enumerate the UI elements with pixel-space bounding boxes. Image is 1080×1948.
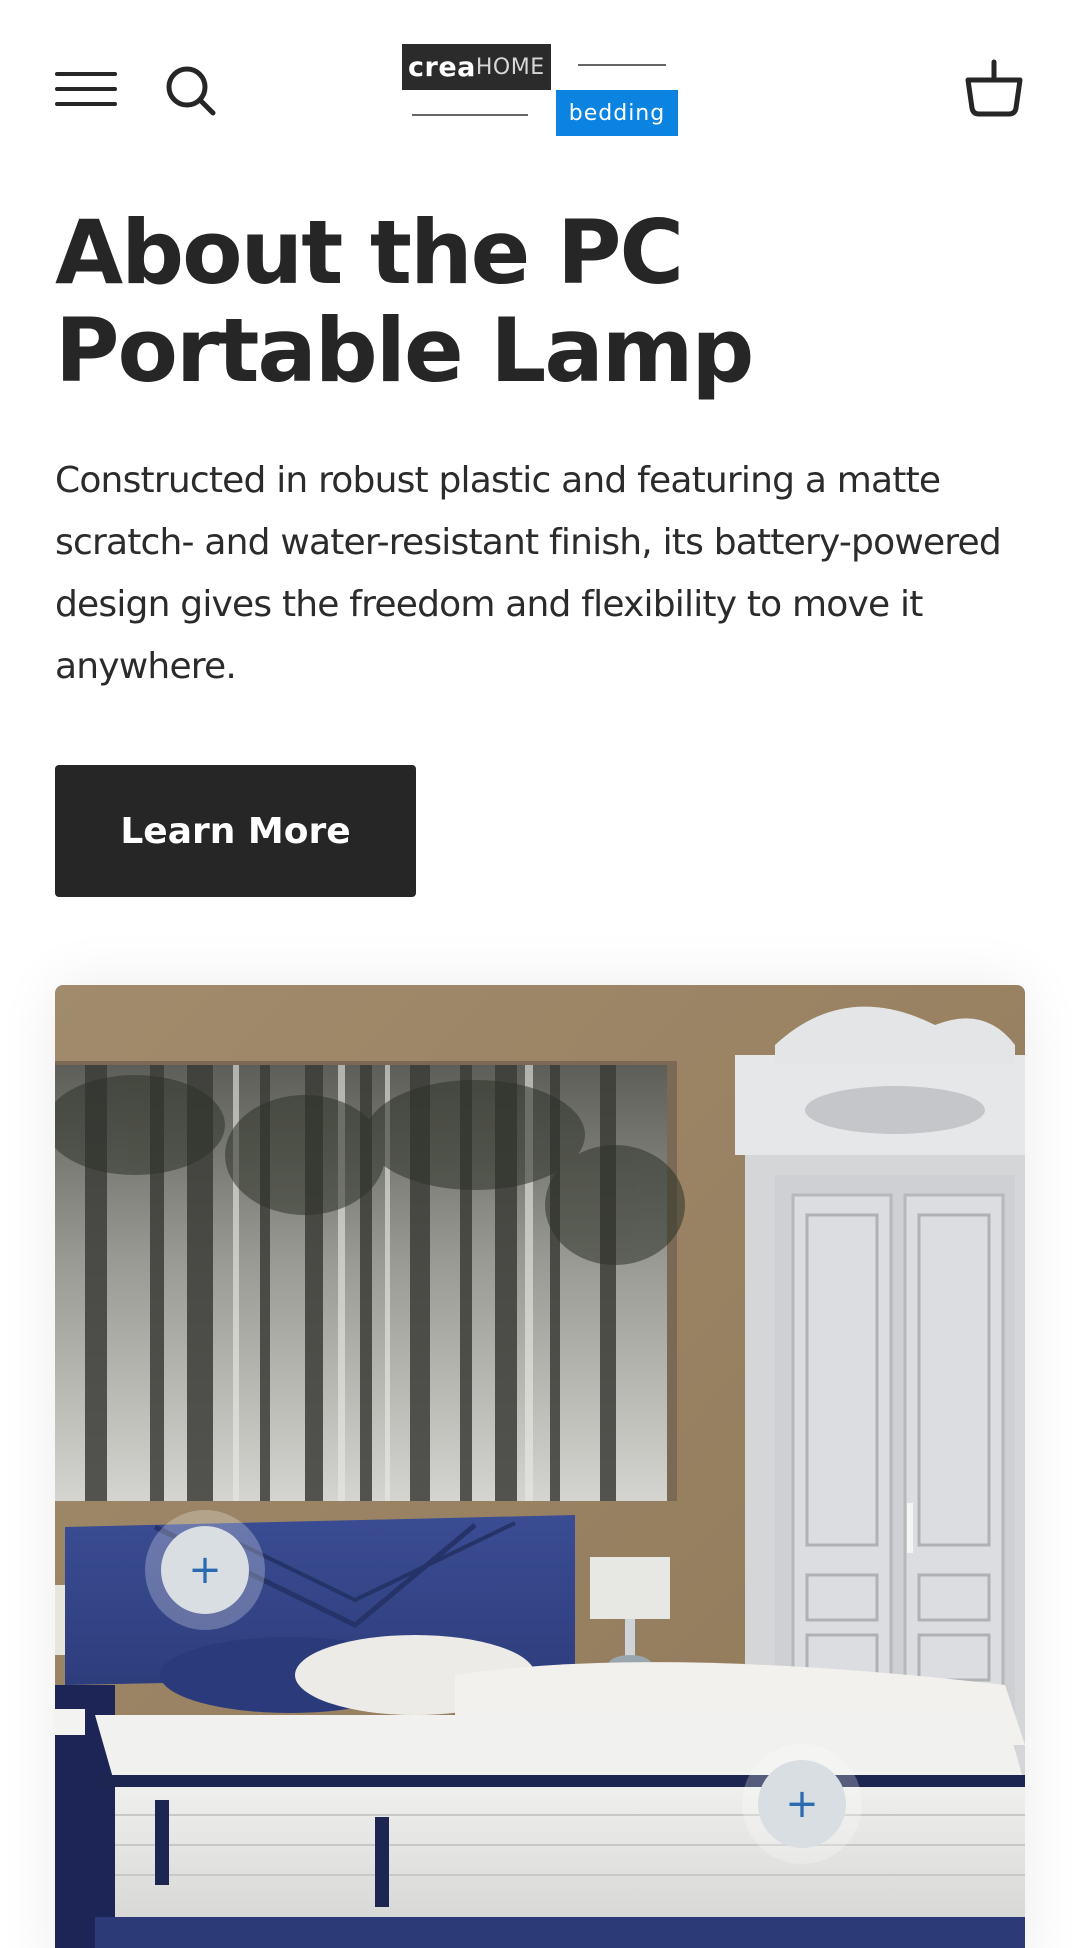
bedroom-image-card: + +: [55, 985, 1025, 1948]
learn-more-button[interactable]: Learn More: [55, 765, 416, 897]
shopping-basket-icon[interactable]: [963, 58, 1025, 120]
product-description: Constructed in robust plastic and featur…: [55, 460, 1002, 687]
product-hotspot-mattress[interactable]: +: [742, 1744, 862, 1864]
page-title: About the PC Portable Lamp: [55, 204, 1015, 400]
logo-bedding-text: bedding: [568, 100, 666, 126]
bedroom-photo: [55, 985, 1025, 1948]
product-hotspot-headboard[interactable]: +: [145, 1510, 265, 1630]
logo-divider-line: [578, 64, 666, 66]
title-line-2: Portable Lamp: [55, 299, 754, 402]
page: crea HOME bedding About the PC Portable L…: [0, 0, 1080, 1948]
logo-top-block: crea HOME: [402, 44, 551, 90]
logo-crea-text: crea: [408, 51, 476, 83]
logo-bottom-block: bedding: [556, 90, 678, 136]
title-line-1: About the PC: [55, 201, 684, 304]
search-icon[interactable]: [164, 64, 218, 118]
plus-icon: +: [758, 1760, 846, 1848]
site-header: crea HOME bedding: [0, 0, 1080, 180]
plus-icon: +: [161, 1526, 249, 1614]
logo-home-text: HOME: [475, 54, 545, 80]
logo-divider-line: [412, 114, 528, 116]
brand-logo[interactable]: crea HOME bedding: [402, 44, 678, 138]
hamburger-menu-icon[interactable]: [55, 68, 117, 114]
